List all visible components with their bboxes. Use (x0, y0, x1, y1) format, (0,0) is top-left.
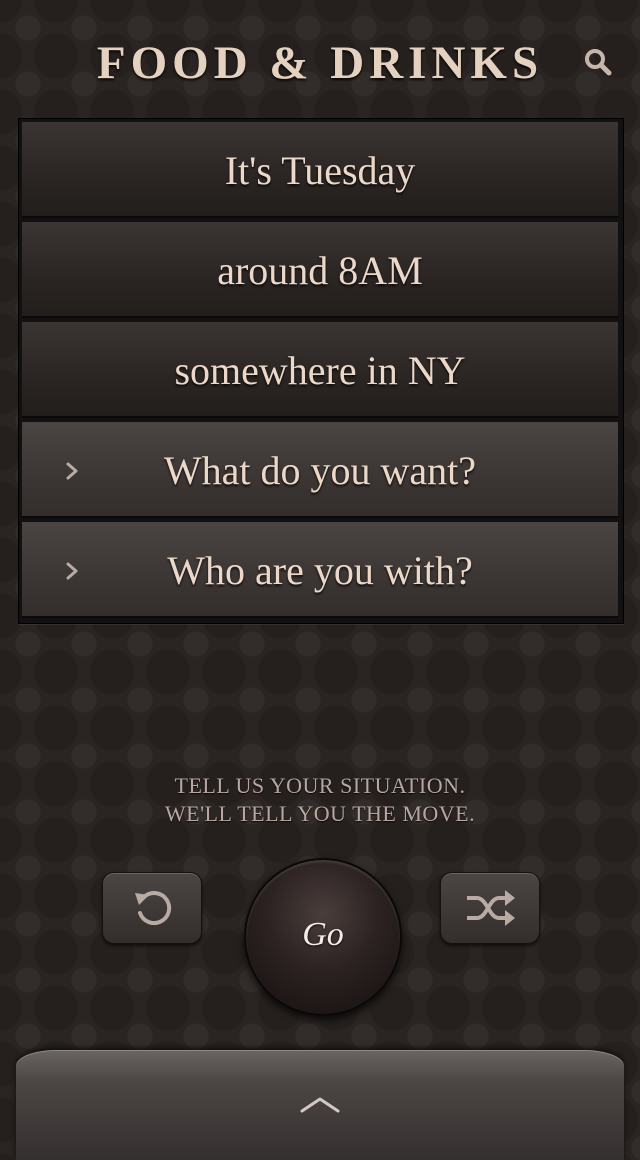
chevron-right-icon (66, 562, 78, 580)
go-button[interactable]: Go (244, 858, 402, 1016)
row-company[interactable]: Who are you with? (22, 522, 618, 618)
row-location[interactable]: somewhere in NY (22, 322, 618, 418)
refresh-icon (135, 891, 172, 926)
chevron-right-icon (66, 462, 78, 480)
row-want[interactable]: What do you want? (22, 422, 618, 518)
tagline-line-1: TELL US YOUR SITUATION. (174, 773, 466, 798)
row-day-label: It's Tuesday (224, 148, 416, 193)
row-day[interactable]: It's Tuesday (22, 122, 618, 218)
shuffle-button[interactable] (440, 872, 540, 944)
search-icon (585, 49, 612, 76)
go-label: Go (302, 916, 344, 953)
header: FOOD & DRINKS (0, 0, 640, 118)
search-button[interactable] (580, 44, 616, 80)
row-location-label: somewhere in NY (174, 348, 466, 393)
tagline-line-2: WE'LL TELL YOU THE MOVE. (164, 801, 476, 826)
chevron-up-icon (300, 1097, 340, 1113)
situation-panel: It's Tuesday around 8AM somewhere in NY … (18, 118, 624, 624)
reset-button[interactable] (102, 872, 202, 944)
shuffle-icon (467, 890, 515, 926)
row-want-label: What do you want? (163, 448, 477, 493)
page-title: FOOD & DRINKS (96, 37, 544, 89)
tagline: TELL US YOUR SITUATION. WE'LL TELL YOU T… (0, 772, 640, 828)
row-time[interactable]: around 8AM (22, 222, 618, 318)
row-time-label: around 8AM (217, 248, 423, 293)
bottom-drawer-handle[interactable] (16, 1050, 624, 1160)
row-company-label: Who are you with? (167, 548, 473, 593)
